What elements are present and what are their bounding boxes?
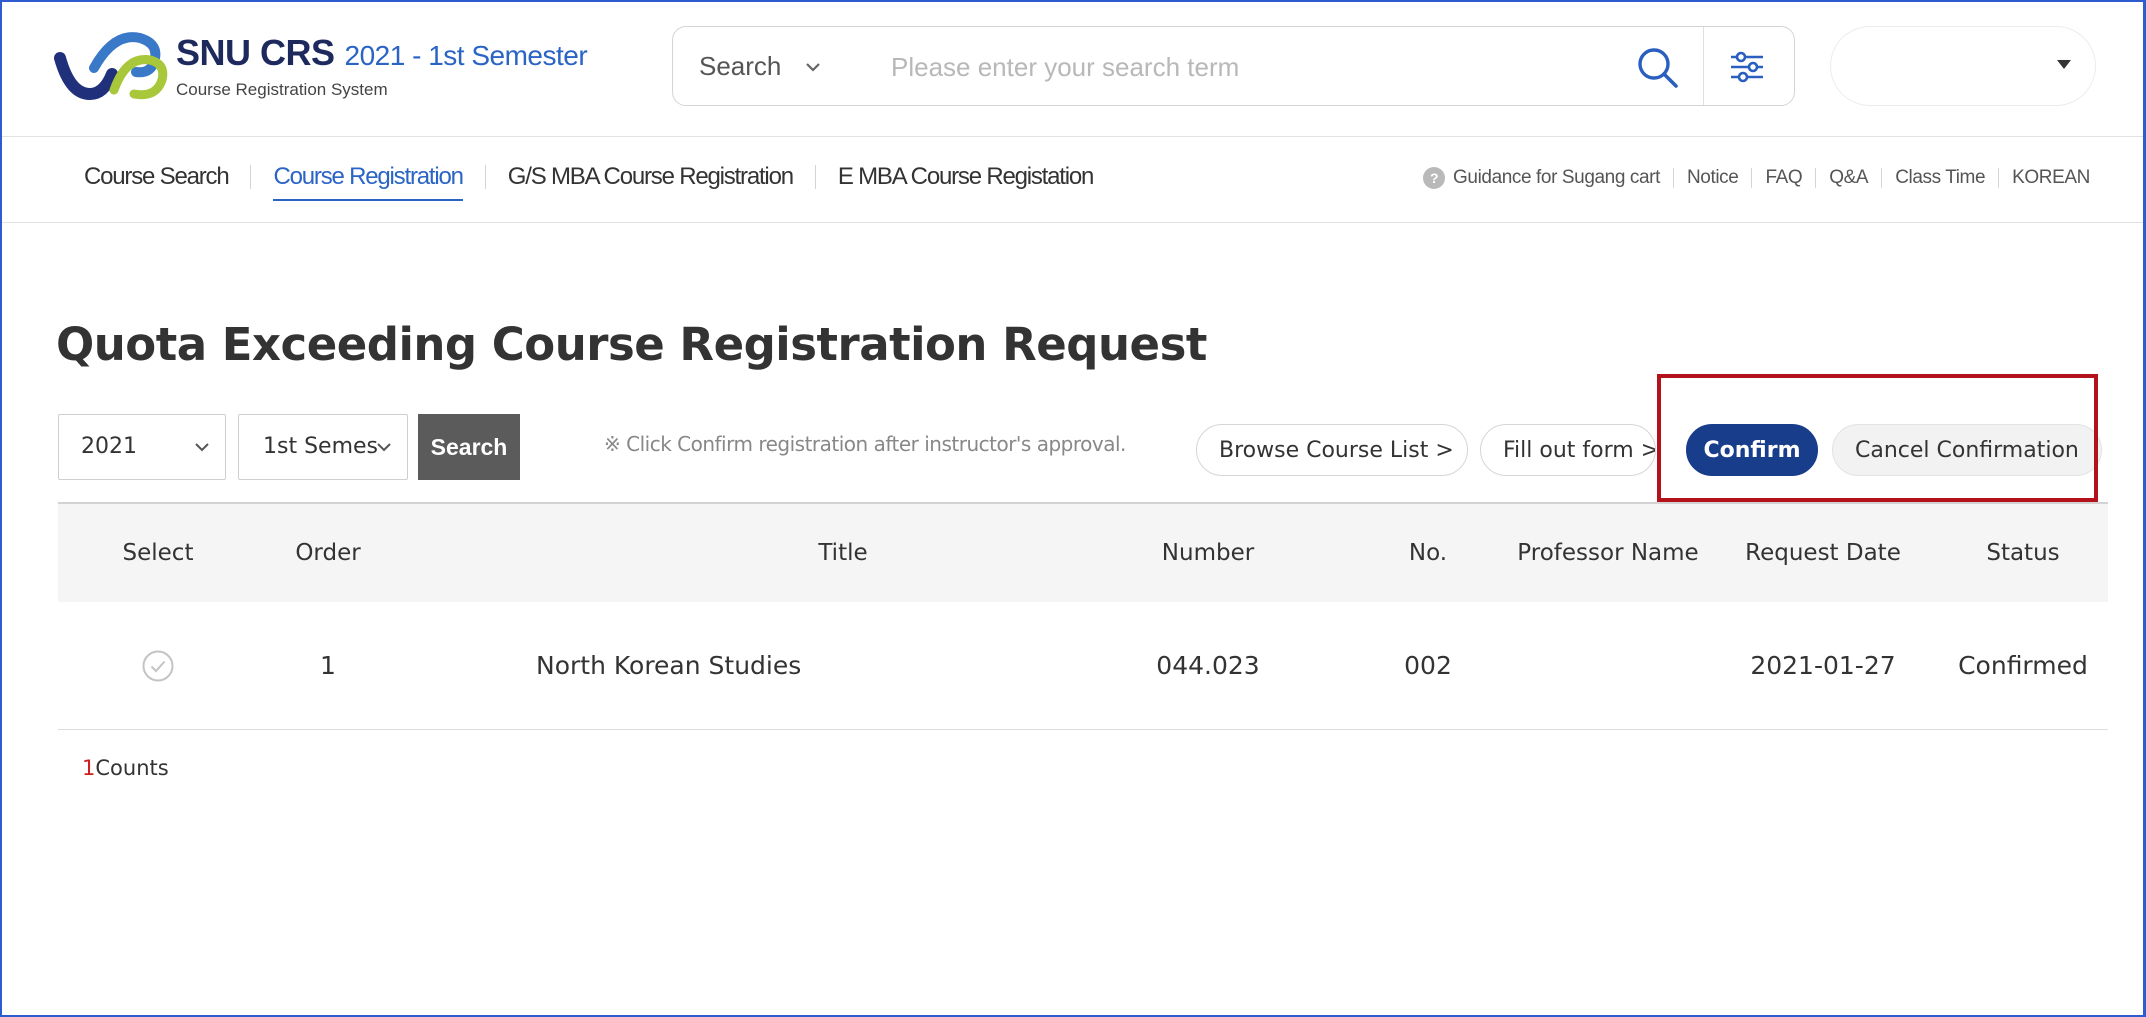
help-icon: ? — [1423, 167, 1446, 189]
util-qna-link[interactable]: Q&A — [1816, 167, 1881, 189]
util-class-time-link[interactable]: Class Time — [1882, 167, 1998, 189]
row-order: 1 — [320, 651, 336, 680]
semester-select[interactable]: 1st Semes — [238, 414, 408, 480]
search-category-select[interactable]: Search — [699, 51, 781, 82]
search-divider — [1703, 27, 1704, 105]
row-status: Confirmed — [1958, 651, 2088, 680]
col-professor: Professor Name — [1517, 540, 1699, 566]
nav-course-search[interactable]: Course Search — [84, 163, 250, 191]
toolbar: 2021 1st Semes Search ※ Click Confirm re… — [58, 414, 2108, 480]
request-table: Select Order Title Number No. Professor … — [58, 502, 2108, 730]
user-dropdown[interactable] — [1830, 26, 2096, 106]
result-count-label: Counts — [95, 756, 169, 780]
confirm-button[interactable]: Confirm — [1686, 424, 1818, 476]
nav-emba-registration[interactable]: E MBA Course Registation — [816, 163, 1115, 191]
col-select: Select — [122, 540, 194, 566]
brand: SNU CRS 2021 - 1st Semester Course Regis… — [176, 32, 588, 100]
check-circle-icon[interactable] — [141, 649, 175, 683]
col-no: No. — [1408, 540, 1448, 566]
result-count: 1Counts — [82, 756, 169, 780]
row-select-cell[interactable] — [98, 602, 218, 729]
search-button[interactable]: Search — [418, 414, 520, 480]
year-select-value: 2021 — [81, 434, 137, 459]
result-count-number: 1 — [82, 756, 96, 780]
col-status: Status — [1986, 540, 2060, 566]
fill-out-form-button[interactable]: Fill out form > — [1480, 424, 1656, 476]
brand-semester: 2021 - 1st Semester — [344, 40, 588, 71]
year-select[interactable]: 2021 — [58, 414, 226, 480]
util-guidance-link[interactable]: ? Guidance for Sugang cart — [1410, 167, 1673, 189]
row-request-date: 2021-01-27 — [1750, 651, 1896, 680]
search-bar: Search — [672, 26, 1795, 106]
util-language-link[interactable]: KOREAN — [1999, 167, 2090, 189]
row-professor — [1498, 602, 1718, 729]
header: SNU CRS 2021 - 1st Semester Course Regis… — [0, 0, 2146, 137]
search-icon[interactable] — [1633, 43, 1683, 93]
brand-subtitle: Course Registration System — [176, 80, 388, 99]
approval-notice: ※ Click Confirm registration after instr… — [604, 432, 1126, 456]
util-faq-link[interactable]: FAQ — [1752, 167, 1815, 189]
snu-crs-logo[interactable] — [54, 28, 172, 102]
browse-course-list-button[interactable]: Browse Course List > — [1196, 424, 1468, 476]
chevron-down-icon — [377, 443, 391, 452]
cancel-confirmation-button[interactable]: Cancel Confirmation — [1832, 424, 2102, 476]
row-no: 002 — [1404, 651, 1452, 680]
brand-title: SNU CRS — [176, 32, 335, 73]
page-title: Quota Exceeding Course Registration Requ… — [56, 318, 1207, 371]
col-request-date: Request Date — [1745, 540, 1901, 566]
chevron-down-icon[interactable] — [803, 57, 823, 77]
row-number: 044.023 — [1156, 651, 1260, 680]
util-notice-link[interactable]: Notice — [1674, 167, 1751, 189]
nav-gs-mba-registration[interactable]: G/S MBA Course Registration — [486, 163, 815, 191]
table-header: Select Order Title Number No. Professor … — [58, 502, 2108, 602]
table-row[interactable]: 1 North Korean Studies 044.023 002 2021-… — [58, 602, 2108, 730]
chevron-down-icon — [195, 443, 209, 452]
caret-down-icon — [2057, 60, 2071, 69]
nav-course-registration[interactable]: Course Registration — [251, 163, 484, 201]
semester-select-value: 1st Semes — [263, 434, 379, 459]
main-nav: Course Search Course Registration G/S MB… — [0, 137, 2146, 223]
filter-sliders-icon[interactable] — [1725, 45, 1769, 89]
util-guidance-label: Guidance for Sugang cart — [1453, 167, 1660, 188]
col-number: Number — [1161, 540, 1255, 566]
search-input[interactable] — [891, 43, 1651, 91]
col-order: Order — [295, 540, 361, 566]
